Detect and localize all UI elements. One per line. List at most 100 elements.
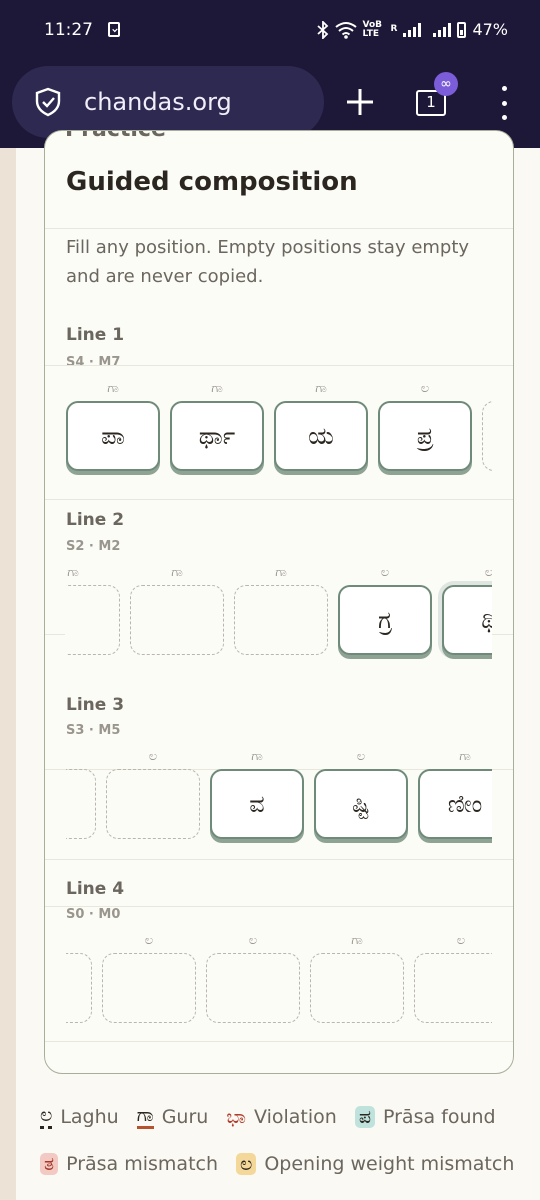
legend-violation: ಭಾ Violation	[226, 1106, 337, 1128]
status-time: 11:27	[44, 20, 93, 40]
weight-marker: ಲ	[456, 933, 466, 948]
legend-prasa-found: ಪ Prāsa found	[354, 1105, 496, 1128]
status-bar: 11:27 VoB LTE R 47%	[0, 0, 540, 62]
legend-label: Prāsa mismatch	[66, 1153, 219, 1175]
private-badge-icon: ∞	[434, 72, 458, 96]
weight-marker: ಲ	[380, 565, 390, 580]
weight-marker: ಗಾ	[459, 749, 471, 764]
divider	[45, 906, 513, 907]
syllable-input[interactable]: ಪ್ರ	[378, 401, 472, 471]
line-1-slots: ಗಾ ಪಾ ಗಾ ರ್ಥಾ ಗಾ ಯ ಲ ಪ್ರ	[66, 381, 492, 491]
shield-check-icon	[35, 87, 61, 117]
laghu-glyph: ಲ	[40, 1104, 53, 1129]
weight-marker: ಲ	[356, 749, 366, 764]
syllable-input[interactable]: ಷ್ಟಿ	[314, 769, 408, 839]
syllable-input-empty[interactable]	[106, 769, 200, 839]
line-4-stats: S0 · M0	[66, 907, 121, 922]
syllable-input-empty[interactable]	[206, 953, 300, 1023]
divider	[45, 634, 65, 635]
legend-guru: ಗಾ Guru	[136, 1104, 209, 1129]
syllable-input-empty[interactable]	[66, 953, 92, 1023]
weight-marker: ಗಾ	[251, 749, 263, 764]
weight-marker: ಗಾ	[211, 381, 223, 396]
legend-label: Opening weight mismatch	[264, 1153, 515, 1175]
guru-glyph: ಗಾ	[136, 1104, 154, 1129]
weight-marker: ಲ	[148, 749, 158, 764]
line-3-stats: S3 · M5	[66, 723, 121, 738]
syllable-input[interactable]: ಯ	[274, 401, 368, 471]
syllable-input-focused[interactable]: ಥಿ	[442, 585, 492, 655]
weight-marker: ಗಾ	[315, 381, 327, 396]
syllable-input-empty[interactable]	[482, 401, 492, 471]
prasa-mismatch-glyph: ತ	[40, 1153, 59, 1175]
composition-card: Practice Guided composition Fill any pos…	[44, 130, 514, 1074]
syllable-input[interactable]: ಪಾ	[66, 401, 160, 471]
line-1-stats: S4 · M7	[66, 355, 121, 370]
legend-opening-mismatch: ಲ Opening weight mismatch	[236, 1153, 514, 1175]
legend-laghu: ಲ Laghu	[40, 1104, 119, 1129]
line-3-slots: ಲ ಗಾ ವ ಲ ಷ್ಟಿ ಗಾ ಣೀಂ	[66, 749, 492, 859]
overflow-menu-icon[interactable]	[492, 86, 516, 120]
syllable-input-empty[interactable]	[234, 585, 328, 655]
syllable-input-empty[interactable]	[130, 585, 224, 655]
legend-prasa-mismatch: ತ Prāsa mismatch	[40, 1153, 218, 1175]
weight-marker: ಗಾ	[171, 565, 183, 580]
card-description: Fill any position. Empty positions stay …	[66, 237, 470, 287]
line-4-slots: ಗಾ ಲ ಲ ಗಾ ಲ	[66, 933, 492, 1043]
signal-icon	[403, 22, 422, 37]
divider	[45, 499, 513, 500]
weight-marker: ಲ	[144, 933, 154, 948]
opening-mismatch-glyph: ಲ	[236, 1153, 257, 1175]
syllable-input[interactable]: ರ್ಥಾ	[170, 401, 264, 471]
legend-label: Laghu	[60, 1105, 119, 1128]
syllable-input-empty[interactable]	[66, 585, 120, 655]
legend-label: Guru	[161, 1105, 209, 1128]
roaming-indicator: R	[390, 24, 398, 34]
divider	[45, 228, 513, 229]
url-text: chandas.org	[84, 88, 232, 116]
volte-indicator: VoB LTE	[362, 19, 383, 39]
page-gutter	[0, 148, 16, 1200]
weight-marker: ಗಾ	[351, 933, 363, 948]
battery-percent: 47%	[472, 20, 508, 39]
syllable-input[interactable]: ಣೀಂ	[418, 769, 492, 839]
syllable-input-empty[interactable]	[310, 953, 404, 1023]
legend-label: Prāsa found	[383, 1105, 496, 1128]
tab-count: 1	[426, 93, 436, 111]
line-4-label: Line 4	[66, 879, 125, 899]
syllable-input-empty[interactable]	[414, 953, 492, 1023]
weight-marker: ಗಾ	[275, 565, 287, 580]
line-3-label: Line 3	[66, 695, 125, 715]
signal-icon-2	[433, 22, 452, 37]
weight-marker: ಲ	[442, 565, 492, 580]
syllable-input-empty[interactable]	[66, 769, 96, 839]
prasa-found-glyph: ಪ	[354, 1105, 375, 1128]
legend-row: ಲ Laghu ಗಾ Guru ಭಾ Violation ಪ Prāsa fou…	[40, 1104, 514, 1129]
new-tab-plus-icon[interactable]	[340, 82, 380, 122]
legend-label: Violation	[254, 1105, 337, 1128]
address-bar[interactable]: chandas.org	[12, 66, 324, 138]
divider	[45, 365, 513, 366]
weight-marker: ಗಾ	[107, 381, 119, 396]
line-2-label: Line 2	[66, 510, 125, 530]
weight-marker: ಲ	[420, 381, 430, 396]
syllable-input[interactable]: ವ	[210, 769, 304, 839]
status-icons: VoB LTE R 47%	[316, 19, 508, 39]
battery-icon	[457, 21, 467, 38]
line-2-stats: S2 · M2	[66, 539, 121, 554]
card-title: Guided composition	[66, 167, 358, 197]
divider	[45, 1041, 513, 1042]
divider	[45, 859, 513, 860]
download-icon	[108, 22, 120, 37]
line-2-slots: ಗಾ ಗಾ ಗಾ ಲ ಗ್ರ ಲ ಥಿ	[66, 565, 492, 675]
line-1-label: Line 1	[66, 325, 125, 345]
syllable-input[interactable]: ಗ್ರ	[338, 585, 432, 655]
syllable-input-empty[interactable]	[102, 953, 196, 1023]
bluetooth-icon	[316, 20, 328, 39]
wifi-icon	[334, 21, 357, 39]
weight-marker: ಲ	[248, 933, 258, 948]
violation-glyph: ಭಾ	[226, 1105, 246, 1128]
divider	[492, 634, 513, 635]
legend-row: ತ Prāsa mismatch ಲ Opening weight mismat…	[40, 1153, 532, 1175]
weight-marker: ಗಾ	[66, 933, 92, 948]
